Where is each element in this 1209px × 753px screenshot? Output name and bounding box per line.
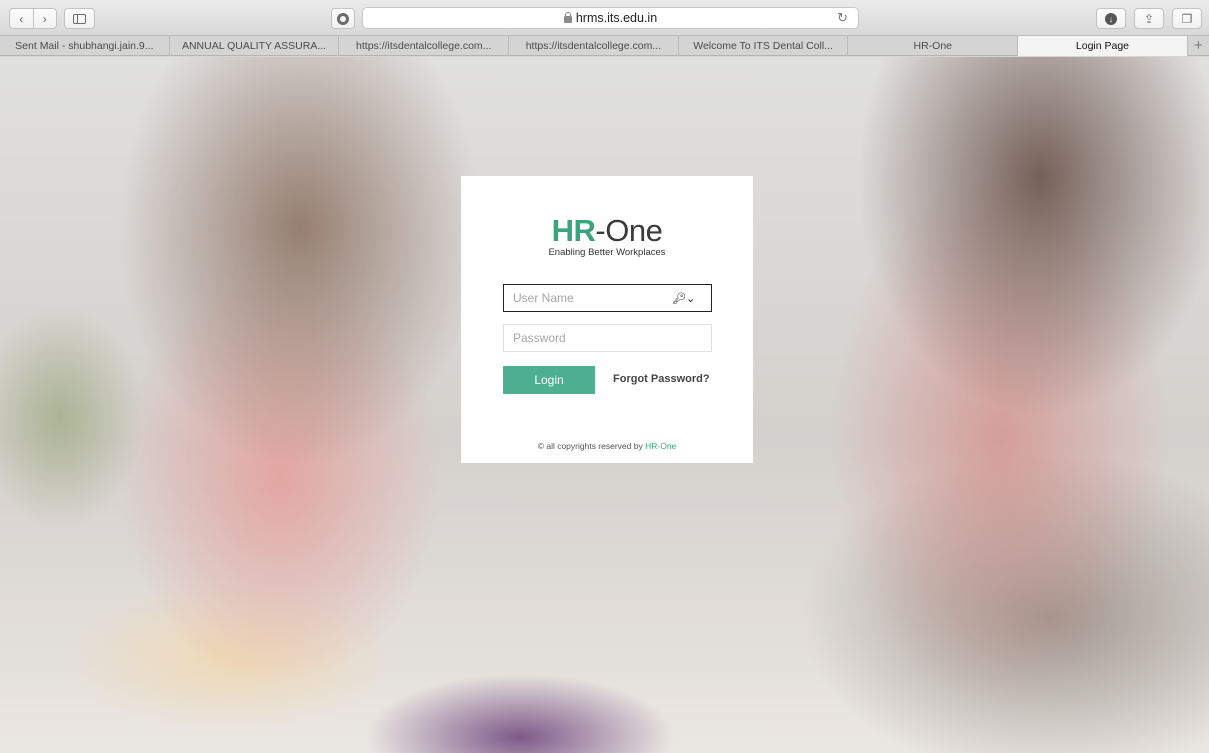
extension-button[interactable] [331,8,355,29]
sidebar-icon [73,13,86,24]
share-button[interactable]: ⇪ [1134,8,1164,29]
reload-icon[interactable]: ↻ [837,10,848,26]
lock-icon [563,11,572,23]
login-card: HR-One Enabling Better Workplaces 🔑︎⌄ Lo… [461,176,753,463]
new-tab-icon[interactable]: + [1188,36,1209,55]
url-text: hrms.its.edu.in [575,11,658,25]
tab-hr-one[interactable]: HR-One [848,36,1019,56]
download-icon: ↓ [1105,12,1117,25]
browser-toolbar: ‹ › hrms.its.edu.in ↻ ↓ ⇪ ❐ [0,0,1209,36]
tab-overview-button[interactable]: ❐ [1172,8,1202,29]
logo-tagline: Enabling Better Workplaces [548,247,666,258]
tab-annual-quality[interactable]: ANNUAL QUALITY ASSURA... [170,36,340,56]
share-icon: ⇪ [1143,11,1155,26]
downloads-button[interactable]: ↓ [1096,8,1126,29]
back-icon[interactable]: ‹ [10,9,34,28]
tab-bar: Sent Mail - shubhangi.jain.9... ANNUAL Q… [0,36,1209,56]
password-input[interactable] [503,324,712,352]
sidebar-toggle-button[interactable] [64,8,95,29]
forgot-password-link[interactable]: Forgot Password? [613,373,710,385]
tab-login-page[interactable]: Login Page [1018,36,1188,56]
logo-one: -One [595,213,663,248]
extension-icon [337,12,349,25]
key-icon[interactable]: 🔑︎⌄ [672,292,695,305]
hr-one-logo: HR-One Enabling Better Workplaces [461,213,753,258]
logo-hr: HR [551,213,596,248]
login-button[interactable]: Login [503,366,595,394]
tab-itsdental-1[interactable]: https://itsdentalcollege.com... [339,36,510,56]
copyright-text: © all copyrights reserved by HR-One [461,441,753,451]
forward-icon[interactable]: › [34,9,57,28]
tabs-icon: ❐ [1181,11,1193,26]
address-bar[interactable]: hrms.its.edu.in ↻ [362,7,859,29]
nav-buttons: ‹ › [9,8,57,29]
tab-welcome-its[interactable]: Welcome To ITS Dental Coll... [679,36,849,56]
tab-sent-mail[interactable]: Sent Mail - shubhangi.jain.9... [0,36,170,56]
copyright-brand-link[interactable]: HR-One [645,441,676,451]
copyright-prefix: © all copyrights reserved by [537,441,646,451]
tab-itsdental-2[interactable]: https://itsdentalcollege.com... [509,36,679,56]
